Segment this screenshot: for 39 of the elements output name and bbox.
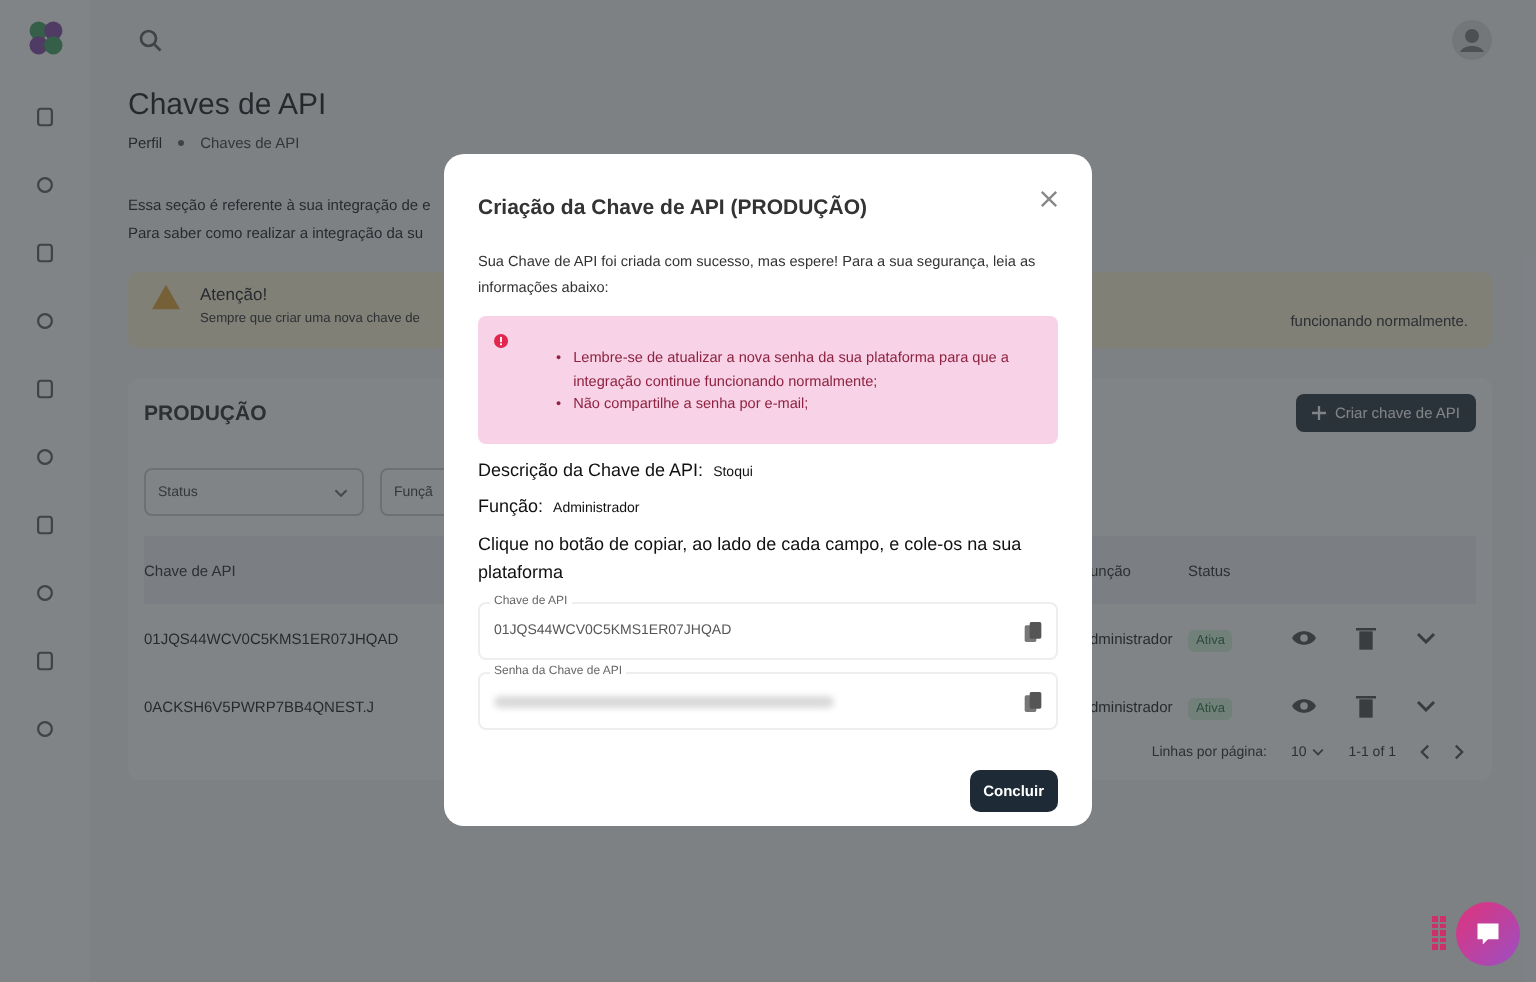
tablet-icon[interactable] [34,105,56,127]
trash-icon[interactable] [1356,694,1376,718]
copy-icon[interactable] [1024,691,1042,711]
circle-icon[interactable] [34,309,56,331]
plus-icon [1312,406,1327,420]
circle-icon[interactable] [34,581,56,603]
trash-icon[interactable] [1356,626,1376,650]
chevron-icon [1312,748,1325,756]
chevron-icon[interactable] [1416,700,1436,712]
dots-handle-icon[interactable] [1432,916,1444,949]
copy-icon[interactable] [1024,621,1042,641]
copy-field[interactable] [478,672,1058,730]
warning-icon [152,284,180,310]
tablet-icon[interactable] [34,377,56,399]
error-icon [494,330,509,352]
instruction-text: Clique no botão de copiar, ao lado de cada campo, e cole-os na sua plataforma [478,532,1024,586]
eye-icon[interactable] [1292,628,1316,648]
page-title: Chaves de API [128,88,329,122]
eye-icon[interactable] [1292,696,1316,716]
avatar-icon[interactable] [1452,20,1492,60]
close-icon[interactable] [1040,190,1058,208]
chevron-icon[interactable] [1416,632,1436,644]
circle-icon[interactable] [34,717,56,739]
chevron-icon [334,488,348,498]
alert-title: Atenção! [200,284,268,304]
detail-label: Função: [478,496,544,516]
tablet-icon[interactable] [34,649,56,671]
search-icon[interactable] [138,28,162,52]
detail-label: Descrição da Chave de API: [478,460,704,480]
chat-icon [1474,920,1502,948]
tablet-icon[interactable] [34,241,56,263]
circle-icon[interactable] [34,173,56,195]
modal-title: Criação da Chave de API (PRODUÇÃO) [478,196,867,220]
tablet-icon[interactable] [34,513,56,535]
chat-button[interactable] [1456,902,1520,966]
section-title: PRODUÇÃO [144,401,267,425]
circle-icon[interactable] [34,445,56,467]
prev-page-icon[interactable] [1420,744,1430,760]
next-page-icon[interactable] [1454,744,1464,760]
